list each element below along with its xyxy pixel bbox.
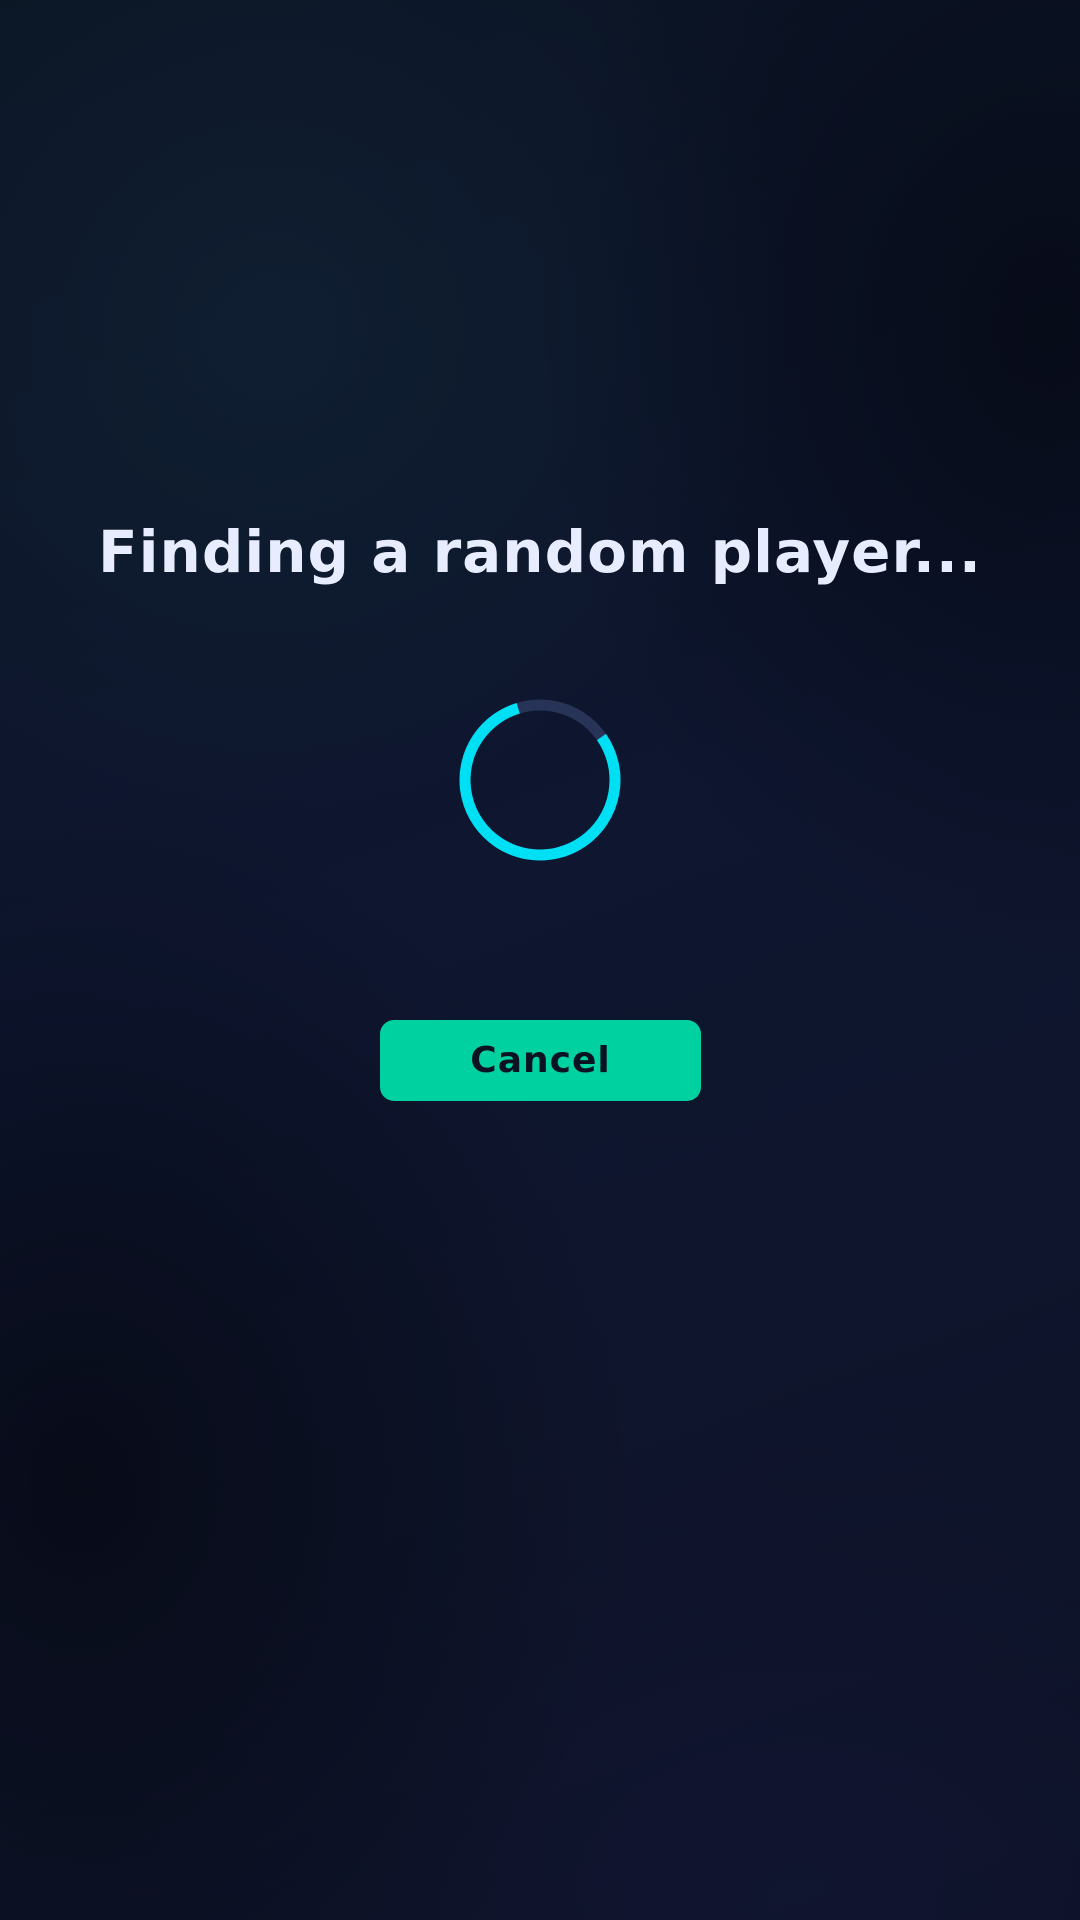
matchmaking-screen: Finding a random player... Cancel (0, 0, 1080, 1920)
loading-spinner-icon (459, 699, 621, 861)
cancel-button[interactable]: Cancel (380, 1020, 701, 1101)
spinner-graphic (459, 699, 621, 861)
matchmaking-title: Finding a random player... (98, 518, 982, 586)
